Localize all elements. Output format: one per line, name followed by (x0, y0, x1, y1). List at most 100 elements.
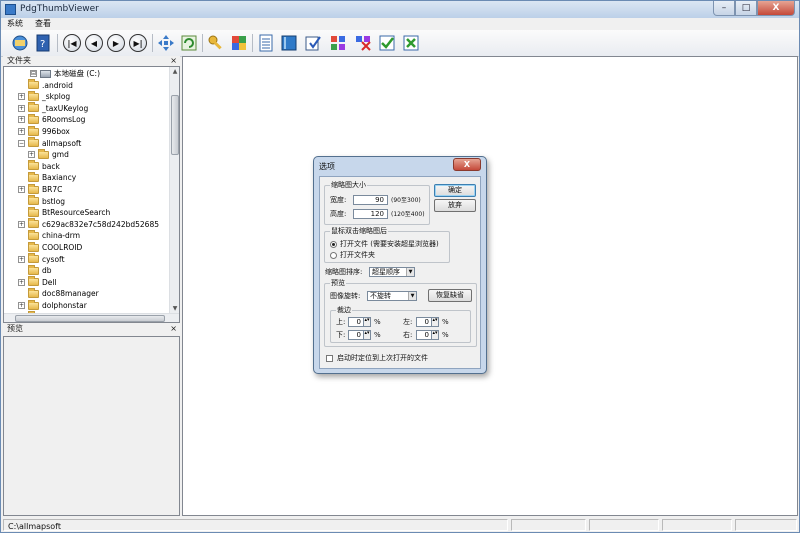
folder-tree[interactable]: ⊟ 本地磁盘 (C:) .android + _skplog + _taxUKeylog +6… (3, 66, 180, 323)
tree-expander-icon[interactable]: − (18, 139, 25, 147)
left-margin-spin[interactable]: 0 ▴▾ (416, 317, 439, 327)
open-file-radio[interactable] (330, 241, 337, 248)
tree-expander-icon[interactable]: + (18, 302, 25, 309)
width-input[interactable]: 90 (353, 195, 388, 205)
left-margin-value[interactable]: 0 (416, 317, 432, 327)
height-input[interactable]: 120 (353, 209, 388, 219)
title-bar[interactable]: PdgThumbViewer – □ X (1, 1, 799, 18)
tree-item[interactable]: doc88manager (18, 287, 99, 299)
bottom-margin-spin[interactable]: 0 ▴▾ (348, 330, 371, 340)
chevron-down-icon: ▼ (406, 268, 414, 276)
right-margin-value[interactable]: 0 (416, 330, 432, 340)
tree-item[interactable]: + gmd (28, 148, 69, 160)
bottom-margin-value[interactable]: 0 (348, 330, 364, 340)
options-dialog: 选项 X 缩略图大小 宽度: 90 (90至300) 高度: 120 (120至… (313, 156, 487, 374)
tree-item-label: gmd (52, 150, 69, 160)
tree-item[interactable]: +996box (18, 125, 70, 137)
tree-item[interactable]: Baxiancy (18, 171, 77, 183)
open-folder-radio[interactable] (330, 252, 337, 259)
fit-view-icon[interactable] (156, 33, 176, 53)
width-label: 宽度: (330, 196, 347, 204)
top-margin-label: 上: (336, 318, 346, 326)
clear-icon[interactable] (401, 33, 421, 53)
check-icon[interactable] (377, 33, 397, 53)
tree-expander-icon[interactable]: + (18, 116, 25, 124)
last-page-icon[interactable]: ▶| (128, 33, 148, 53)
preview-area (3, 336, 180, 516)
tree-item[interactable]: − allmapsoft (18, 137, 81, 149)
tree-item[interactable]: + c629ac832e7c58d242bd52685 (18, 218, 159, 230)
tree-expander-icon[interactable]: + (18, 186, 25, 193)
tree-item[interactable]: COOLROID (18, 241, 82, 253)
tree-item[interactable]: + cysoft (18, 253, 65, 265)
menu-system[interactable]: 系统 (1, 18, 29, 30)
puzzle-icon[interactable] (229, 33, 249, 53)
edit-select-icon[interactable] (303, 33, 323, 53)
folders-panel-close-icon[interactable]: × (170, 56, 177, 66)
spin-arrows-icon[interactable]: ▴▾ (364, 317, 371, 327)
tree-item[interactable]: back (18, 160, 60, 172)
left-panel: 文件夹 × ⊟ 本地磁盘 (C:) .android + _skplog + _taxUKe… (3, 56, 180, 516)
refresh-icon[interactable] (179, 33, 199, 53)
cancel-button[interactable]: 放弃 (434, 199, 476, 212)
options-icon[interactable] (10, 33, 30, 53)
tree-expander-icon[interactable]: + (18, 220, 25, 228)
tree-item[interactable]: + _taxUKeylog (18, 102, 88, 114)
tree-vertical-scrollbar[interactable]: ▲ ▼ (169, 67, 179, 314)
tree-item-label: _skplog (42, 92, 71, 102)
tree-item[interactable]: china-drm (18, 229, 80, 241)
prev-page-icon[interactable]: ◀ (84, 33, 104, 53)
tree-item[interactable]: + dolphonstar (18, 299, 87, 311)
top-margin-spin[interactable]: 0 ▴▾ (348, 317, 371, 327)
thumbnail-area[interactable] (182, 56, 798, 516)
height-range: (120至400) (391, 211, 425, 218)
tree-item[interactable]: bstlog (18, 195, 65, 207)
folders-panel-header: 文件夹 × (3, 56, 180, 66)
sort-select[interactable]: 超星顺序 ▼ (369, 267, 415, 277)
tree-expander-icon[interactable]: + (18, 128, 25, 135)
tree-expander-icon[interactable]: + (28, 151, 35, 159)
keys-icon[interactable] (206, 33, 226, 53)
tree-expander-icon[interactable]: + (18, 278, 25, 286)
book-icon[interactable] (279, 33, 299, 53)
menu-view[interactable]: 查看 (29, 18, 57, 30)
tree-expander-icon[interactable]: + (18, 93, 25, 101)
ok-button[interactable]: 确定 (434, 184, 476, 197)
tree-item-label: Baxiancy (42, 173, 77, 183)
dialog-title: 选项 (319, 162, 335, 171)
tree-expander-icon[interactable]: ⊟ (30, 70, 37, 77)
close-button[interactable]: X (757, 1, 795, 16)
minimize-button[interactable]: – (713, 1, 735, 16)
tree-item[interactable]: BtResourceSearch (18, 206, 110, 218)
startup-locate-checkbox[interactable] (326, 355, 333, 362)
page-list-icon[interactable] (256, 33, 276, 53)
restore-default-button[interactable]: 恢复缺省 (428, 289, 472, 302)
preview-panel-close-icon[interactable]: × (170, 324, 177, 334)
top-margin-value[interactable]: 0 (348, 317, 364, 327)
help-book-icon[interactable]: ? (33, 33, 53, 53)
tree-expander-icon[interactable]: + (18, 255, 25, 263)
tree-item[interactable]: .android (18, 79, 73, 91)
tree-item[interactable]: + Dell (18, 276, 57, 288)
tree-horizontal-scrollbar[interactable] (4, 313, 179, 322)
dialog-close-button[interactable]: X (453, 158, 481, 171)
mark-icon[interactable] (328, 33, 348, 53)
tree-item[interactable]: + BR7C (18, 183, 62, 195)
unmark-icon[interactable] (353, 33, 373, 53)
rotate-select[interactable]: 不旋转 ▼ (367, 291, 417, 301)
tree-item[interactable]: + _skplog (18, 90, 71, 102)
tree-item[interactable]: ⊟ 本地磁盘 (C:) (30, 68, 100, 79)
dblclick-group-label: 鼠标双击缩略图后 (330, 227, 388, 236)
left-margin-unit: % (442, 318, 449, 326)
tree-item[interactable]: db (18, 264, 52, 276)
maximize-button[interactable]: □ (735, 1, 757, 16)
spin-arrows-icon[interactable]: ▴▾ (432, 330, 439, 340)
right-margin-spin[interactable]: 0 ▴▾ (416, 330, 439, 340)
tree-expander-icon[interactable]: + (18, 104, 25, 112)
next-page-icon[interactable]: ▶ (106, 33, 126, 53)
first-page-icon[interactable]: |◀ (62, 33, 82, 53)
spin-arrows-icon[interactable]: ▴▾ (364, 330, 371, 340)
right-margin-unit: % (442, 331, 449, 339)
tree-item[interactable]: +6RoomsLog (18, 113, 85, 125)
spin-arrows-icon[interactable]: ▴▾ (432, 317, 439, 327)
